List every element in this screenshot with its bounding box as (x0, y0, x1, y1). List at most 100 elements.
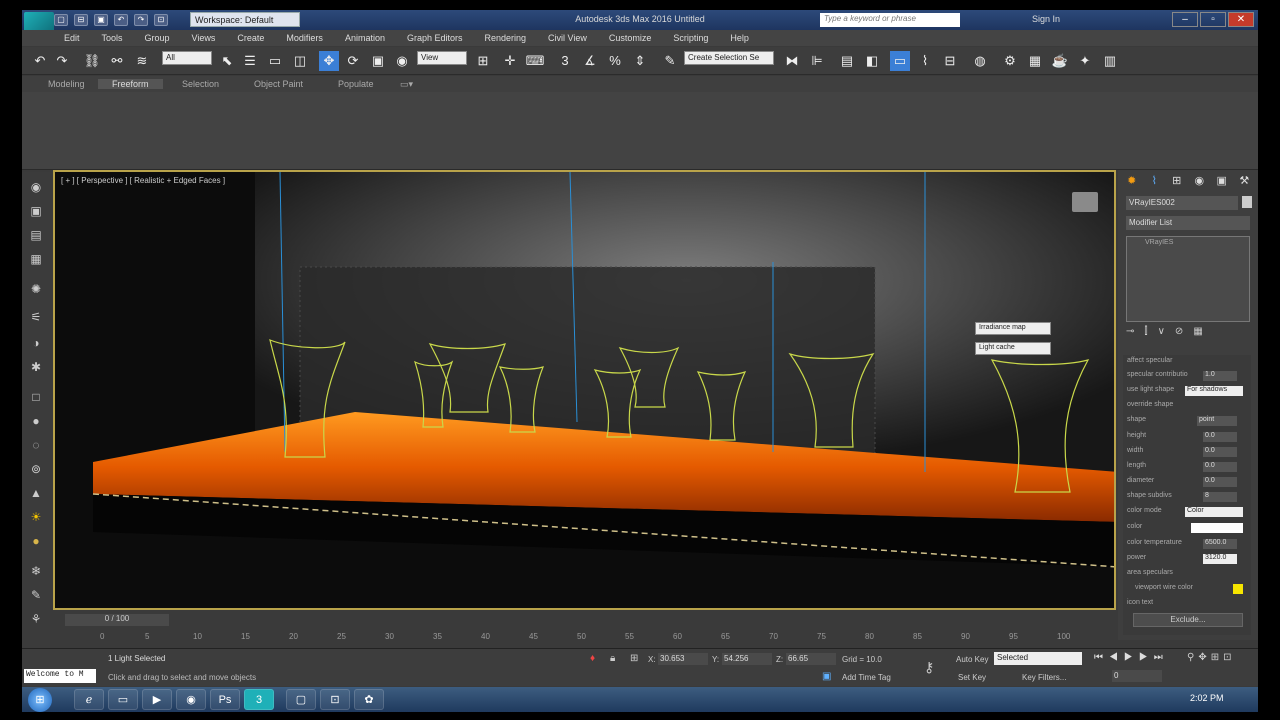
shape-dropdown[interactable]: point (1197, 416, 1237, 426)
isolate-icon[interactable]: ♦ (590, 653, 595, 664)
time-tag-icon[interactable]: ▣ (822, 671, 831, 682)
key-icon[interactable]: ⚷ (924, 659, 934, 676)
modifier-list-dropdown[interactable]: Modifier List (1126, 216, 1250, 230)
minimize-icon[interactable]: – (1172, 12, 1198, 27)
menu-scripting[interactable]: Scripting (673, 33, 708, 43)
specular-contribution-field[interactable]: 1.0 (1203, 371, 1237, 381)
windows-start-icon[interactable]: ⊞ (28, 688, 52, 712)
photoshop-icon[interactable]: Ps (210, 689, 240, 710)
menu-rendering[interactable]: Rendering (485, 33, 527, 43)
viewport-label[interactable]: [ + ] [ Perspective ] [ Realistic + Edge… (61, 176, 225, 185)
ribbon-options-icon[interactable]: ▭▾ (400, 79, 413, 90)
make-unique-icon[interactable]: ∨ (1158, 326, 1165, 342)
key-mode-dropdown[interactable]: Selected (994, 652, 1082, 665)
rectangular-selection-icon[interactable]: ▭ (265, 51, 285, 71)
menu-graph-editors[interactable]: Graph Editors (407, 33, 463, 43)
render-icon[interactable]: ▣ (26, 204, 46, 222)
save-file-icon[interactable]: ▣ (94, 14, 108, 26)
snaps-toggle-icon[interactable]: 3 (555, 51, 575, 71)
select-and-scale-icon[interactable]: ▣ (368, 51, 388, 71)
spinner-snap-icon[interactable]: ⇕ (630, 51, 650, 71)
app-icon[interactable]: ✿ (354, 689, 384, 710)
workspace-dropdown[interactable]: Workspace: Default (190, 12, 300, 27)
stack-item[interactable]: VRayIES (1127, 237, 1249, 248)
open-file-icon[interactable]: ⊟ (74, 14, 88, 26)
tab-freeform[interactable]: Freeform (98, 79, 163, 89)
param-label[interactable]: area speculars (1127, 569, 1173, 581)
select-by-name-icon[interactable]: ☰ (240, 51, 260, 71)
playback-controls[interactable]: ⏮◀▶▶⏭ (1094, 652, 1169, 663)
render-iterative-icon[interactable]: ✦ (1075, 51, 1095, 71)
modify-tab-icon[interactable]: ⌇ (1145, 174, 1165, 190)
maxscript-listener[interactable]: Welcome to M (24, 669, 96, 683)
snow-icon[interactable]: ❄ (26, 564, 46, 582)
current-frame-field[interactable]: 0 (1112, 670, 1162, 682)
render-setup-icon[interactable]: ⚙ (1000, 51, 1020, 71)
reference-coordinate-dropdown[interactable]: View (417, 51, 467, 65)
param-label[interactable]: icon text (1127, 599, 1153, 611)
edit-named-selection-icon[interactable]: ✎ (660, 51, 680, 71)
select-and-move-icon[interactable]: ✥ (319, 51, 339, 71)
undo-icon[interactable]: ↶ (114, 14, 128, 26)
select-and-rotate-icon[interactable]: ⟳ (343, 51, 363, 71)
menu-tools[interactable]: Tools (102, 33, 123, 43)
close-icon[interactable]: ✕ (1228, 12, 1254, 27)
add-time-tag[interactable]: Add Time Tag (842, 673, 891, 682)
perspective-viewport[interactable]: [ + ] [ Perspective ] [ Realistic + Edge… (53, 170, 1116, 610)
gi-primary-dropdown[interactable]: Irradiance map (975, 322, 1051, 335)
undo-icon[interactable]: ↶ (30, 51, 50, 71)
align-icon[interactable]: ⊫ (807, 51, 827, 71)
unlink-icon[interactable]: ⚯ (107, 51, 127, 71)
configure-sets-icon[interactable]: ▦ (1193, 326, 1202, 342)
calendar-icon[interactable]: ▦ (26, 252, 46, 270)
menu-modifiers[interactable]: Modifiers (286, 33, 323, 43)
menu-views[interactable]: Views (192, 33, 216, 43)
auto-key-button[interactable]: Auto Key (956, 655, 988, 664)
ie-icon[interactable]: ℯ (74, 689, 104, 710)
search-input[interactable]: Type a keyword or phrase (820, 13, 960, 27)
cone-icon[interactable]: ▲ (26, 486, 46, 504)
height-field[interactable]: 0.0 (1203, 432, 1237, 442)
tab-object-paint[interactable]: Object Paint (254, 79, 303, 89)
ribbon-toggle-icon[interactable]: ▭ (890, 51, 910, 71)
gi-secondary-dropdown[interactable]: Light cache (975, 342, 1051, 355)
pin-stack-icon[interactable]: ⊸ (1126, 326, 1134, 342)
sphere-icon[interactable]: ● (26, 414, 46, 432)
torus-icon[interactable]: ⊚ (26, 462, 46, 480)
selection-filter-dropdown[interactable]: All (162, 51, 212, 65)
hierarchy-tab-icon[interactable]: ⊞ (1167, 174, 1187, 190)
tab-selection[interactable]: Selection (182, 79, 219, 89)
keyboard-shortcut-icon[interactable]: ⌨ (525, 51, 545, 71)
material-editor-icon[interactable]: ◍ (970, 51, 990, 71)
menu-group[interactable]: Group (145, 33, 170, 43)
render-production-icon[interactable]: ☕ (1050, 51, 1070, 71)
length-field[interactable]: 0.0 (1203, 462, 1237, 472)
color-swatch[interactable] (1191, 523, 1243, 533)
viewport-navigation[interactable]: ⚲✥⊞⊡ (1187, 652, 1235, 663)
manipulate-icon[interactable]: ✛ (500, 51, 520, 71)
lock-selection-icon[interactable]: 🔒︎ (610, 653, 615, 664)
remove-modifier-icon[interactable]: ⊘ (1175, 326, 1183, 342)
param-label[interactable]: override shape (1127, 401, 1173, 413)
utility-icon[interactable]: ✱ (26, 360, 46, 378)
shape-subdivs-field[interactable]: 8 (1203, 492, 1237, 502)
redo-icon[interactable]: ↷ (134, 14, 148, 26)
diameter-field[interactable]: 0.0 (1203, 477, 1237, 487)
param-label[interactable]: viewport wire color (1127, 584, 1193, 591)
bind-space-warp-icon[interactable]: ≋ (132, 51, 152, 71)
exclude-button[interactable]: Exclude... (1133, 613, 1243, 627)
paint-icon[interactable]: ✎ (26, 588, 46, 606)
select-object-icon[interactable]: ⬉ (217, 51, 237, 71)
show-end-result-icon[interactable]: ⫿ (1144, 326, 1147, 342)
motion-tab-icon[interactable]: ◉ (1190, 174, 1210, 190)
sun-icon[interactable]: ☀ (26, 510, 46, 528)
percent-snap-icon[interactable]: % (605, 51, 625, 71)
teapot-icon[interactable]: ● (26, 534, 46, 552)
cylinder-icon[interactable]: ◌ (26, 438, 46, 456)
object-name-field[interactable]: VRayIES002 (1126, 196, 1238, 210)
light-shape-dropdown[interactable]: For shadows (1185, 386, 1243, 396)
color-mode-dropdown[interactable]: Color (1185, 507, 1243, 517)
redo-icon[interactable]: ↷ (52, 51, 72, 71)
window-crossing-icon[interactable]: ◫ (290, 51, 310, 71)
create-tab-icon[interactable]: ✹ (1122, 174, 1142, 190)
